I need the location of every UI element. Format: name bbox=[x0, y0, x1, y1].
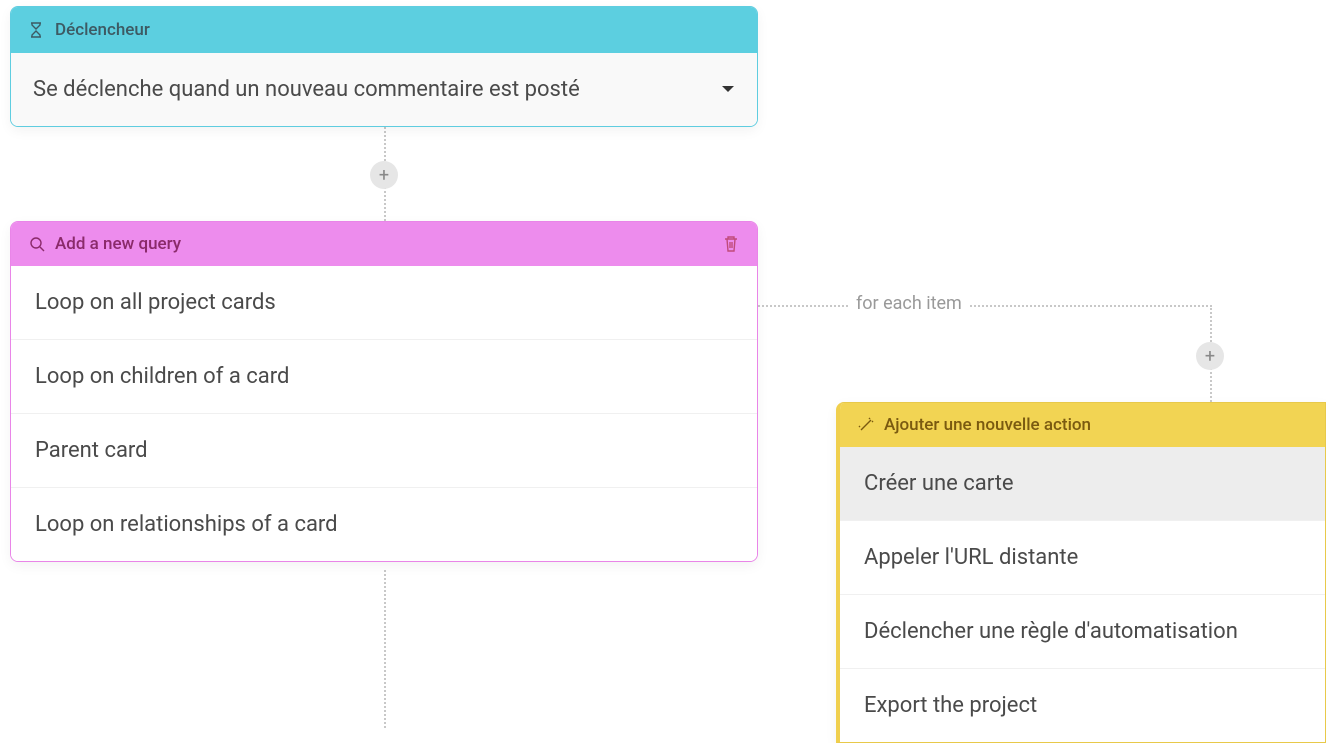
action-card: Ajouter une nouvelle action Créer une ca… bbox=[836, 402, 1326, 743]
trigger-header: Déclencheur bbox=[11, 7, 757, 53]
add-step-button-1[interactable]: + bbox=[370, 161, 398, 189]
add-step-button-2[interactable]: + bbox=[1196, 342, 1224, 370]
query-header: Add a new query bbox=[11, 222, 757, 266]
query-list: Loop on all project cards Loop on childr… bbox=[11, 266, 757, 561]
trigger-selected-text: Se déclenche quand un nouveau commentair… bbox=[33, 77, 580, 102]
trash-icon[interactable] bbox=[723, 235, 739, 253]
search-icon bbox=[29, 236, 45, 252]
query-option[interactable]: Loop on relationships of a card bbox=[11, 487, 757, 561]
query-card: Add a new query Loop on all project card… bbox=[10, 221, 758, 562]
action-option[interactable]: Créer une carte bbox=[840, 447, 1325, 520]
action-header-label: Ajouter une nouvelle action bbox=[884, 415, 1091, 435]
caret-down-icon bbox=[721, 85, 735, 95]
action-option[interactable]: Export the project bbox=[840, 668, 1325, 742]
query-header-label: Add a new query bbox=[55, 234, 181, 254]
trigger-header-label: Déclencheur bbox=[55, 20, 150, 40]
trigger-selector[interactable]: Se déclenche quand un nouveau commentair… bbox=[11, 53, 757, 126]
wand-icon bbox=[858, 417, 874, 433]
connector-query-down bbox=[384, 570, 386, 728]
connector-query-to-action-h bbox=[758, 305, 1212, 307]
action-header: Ajouter une nouvelle action bbox=[840, 403, 1325, 447]
for-each-label: for each item bbox=[850, 293, 968, 314]
query-option[interactable]: Loop on children of a card bbox=[11, 339, 757, 413]
action-option[interactable]: Déclencher une règle d'automatisation bbox=[840, 594, 1325, 668]
action-list: Créer une carte Appeler l'URL distante D… bbox=[840, 447, 1325, 742]
query-option[interactable]: Loop on all project cards bbox=[11, 266, 757, 339]
trigger-card: Déclencheur Se déclenche quand un nouvea… bbox=[10, 6, 758, 127]
query-option[interactable]: Parent card bbox=[11, 413, 757, 487]
hourglass-icon bbox=[29, 22, 43, 38]
action-option[interactable]: Appeler l'URL distante bbox=[840, 520, 1325, 594]
